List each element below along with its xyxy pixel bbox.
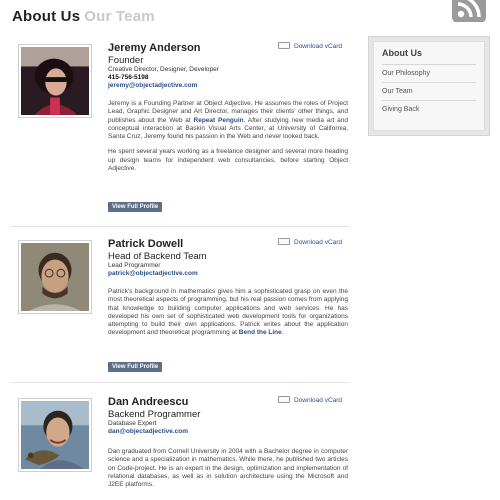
member-bio: Patrick's background in mathematics give… [108,288,348,345]
avatar [18,398,92,472]
member-role: Backend Programmer [108,409,201,420]
download-vcard-link[interactable]: Download vCard [278,396,342,404]
member-email-link[interactable]: patrick@objectadjective.com [108,270,348,278]
rss-icon[interactable] [451,0,487,22]
vcard-label: Download vCard [294,239,343,246]
sidebar-heading: About Us [382,48,476,65]
member-bio: Dan graduated from Cornell University in… [108,448,348,496]
member-subrole: Creative Director, Designer, Developer [108,66,219,73]
avatar [18,44,92,118]
bio-text: . [281,329,284,337]
download-vcard-link[interactable]: Download vCard [278,238,342,246]
bio-paragraph: Jeremy is a Founding Partner at Object A… [108,100,348,141]
sidebar-item-our-team[interactable]: Our Team [382,83,476,101]
view-full-profile-button[interactable]: View Full Profile [108,202,163,212]
member-subrole: Database Expert [108,420,157,427]
bio-paragraph: He spent several years working as a free… [108,148,348,173]
sidebar: About Us Our Philosophy Our Team Giving … [368,36,490,136]
sidebar-item-giving-back[interactable]: Giving Back [382,101,476,118]
divider [10,226,350,227]
member-email-link[interactable]: dan@objectadjective.com [108,428,348,436]
member-role: Founder [108,55,144,66]
tab-about-us[interactable]: About Us [12,8,80,25]
repeat-penguin-link[interactable]: Repeat Penguin [194,117,244,124]
bio-paragraph: Patrick's background in mathematics give… [108,288,348,338]
page-title: About Us Our Team [12,8,155,25]
vcard-icon [278,396,290,403]
vcard-icon [278,42,290,49]
view-full-profile-button[interactable]: View Full Profile [108,362,163,372]
avatar [18,240,92,314]
sidebar-panel: About Us Our Philosophy Our Team Giving … [373,41,485,131]
team-member-card: Patrick Dowell Head of Backend Team Lead… [10,234,350,374]
vcard-icon [278,238,290,245]
member-subrole: Lead Programmer [108,262,161,269]
vcard-label: Download vCard [294,43,343,50]
member-bio: Jeremy is a Founding Partner at Object A… [108,100,348,180]
bio-text: Patrick's background in mathematics give… [108,288,348,337]
sidebar-item-our-philosophy[interactable]: Our Philosophy [382,65,476,83]
member-email-link[interactable]: jeremy@objectadjective.com [108,82,348,90]
divider [10,382,350,383]
bend-the-line-link[interactable]: Bend the Line [239,329,282,336]
bio-paragraph: Dan graduated from Cornell University in… [108,448,348,489]
vcard-label: Download vCard [294,397,343,404]
download-vcard-link[interactable]: Download vCard [278,42,342,50]
team-member-card: Dan Andreescu Backend Programmer Databas… [10,392,350,500]
member-phone: 415-756-5198 [108,74,149,81]
tab-our-team[interactable]: Our Team [84,8,155,25]
team-member-card: Jeremy Anderson Founder Creative Directo… [10,38,350,218]
member-role: Head of Backend Team [108,251,207,262]
